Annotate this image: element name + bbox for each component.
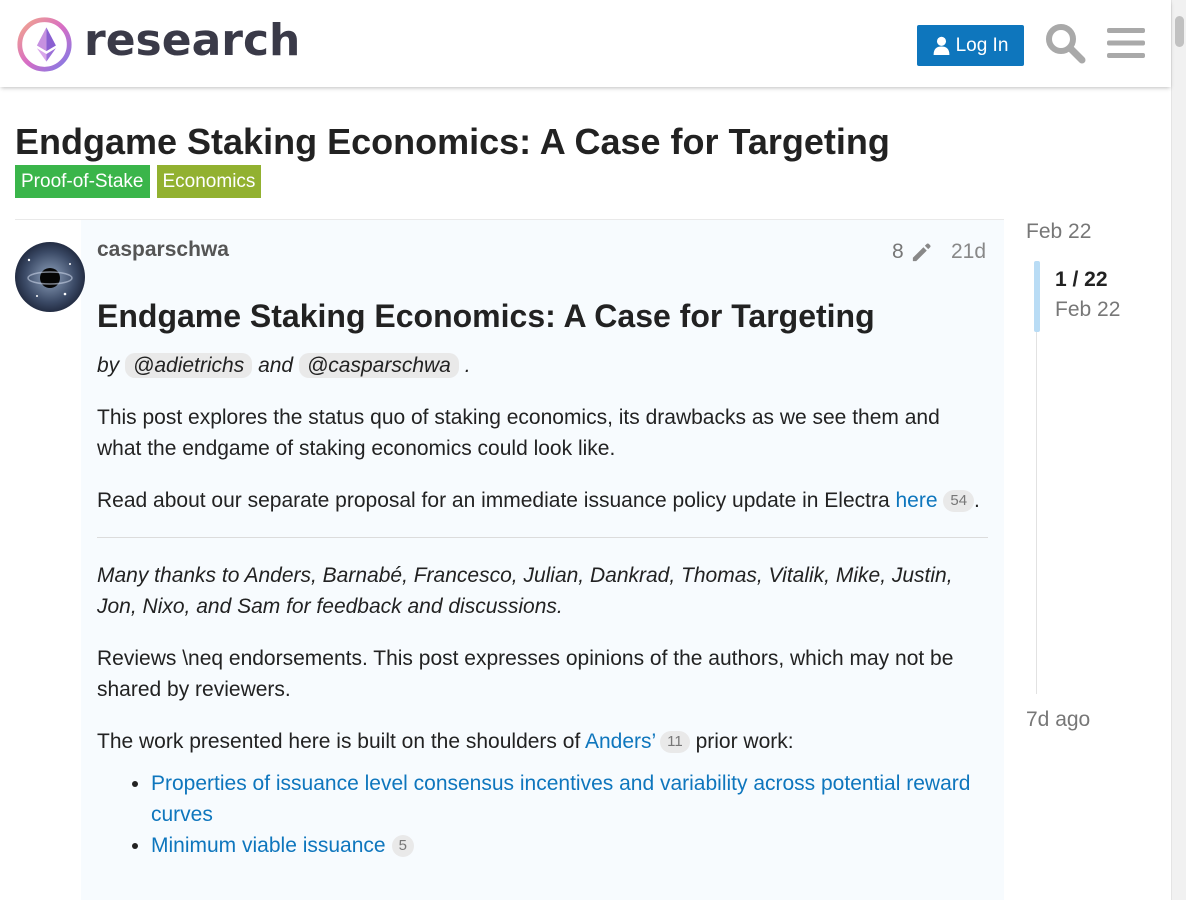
prior-work-list: Properties of issuance level consensus i… [151,768,988,861]
link-click-count: 54 [943,490,975,513]
link-click-count: 5 [391,835,414,858]
proposal-period: . [974,489,980,512]
scrollbar-thumb[interactable] [1175,16,1184,47]
edit-history-button[interactable]: 8 [892,240,933,264]
post-author-username[interactable]: casparschwa [97,238,229,262]
proposal-paragraph: Read about our separate proposal for an … [97,485,988,516]
search-icon[interactable] [1044,22,1086,64]
timeline-end-date[interactable]: 7d ago [1026,708,1090,732]
site-header: research Log In [0,0,1171,87]
tag-proof-of-stake[interactable]: Proof-of-Stake [15,165,150,198]
list-item: Minimum viable issuance5 [151,830,988,861]
topic-tags: Proof-of-Stake Economics [15,165,262,198]
issuance-properties-link[interactable]: Properties of issuance level consensus i… [151,772,970,826]
site-logo[interactable]: research [16,14,300,74]
mention-casparschwa[interactable]: @casparschwa [298,353,459,378]
intro-paragraph: This post explores the status quo of sta… [97,406,940,460]
mention-adietrichs[interactable]: @adietrichs [125,353,253,378]
login-button[interactable]: Log In [917,25,1024,66]
hamburger-menu-icon[interactable] [1107,26,1145,60]
tag-economics[interactable]: Economics [156,165,262,198]
timeline-scroller-handle[interactable] [1034,261,1040,332]
user-icon [933,36,949,55]
post-heading: Endgame Staking Economics: A Case for Ta… [97,298,875,334]
logo-wordmark: research [84,15,301,66]
post-date[interactable]: 21d [951,240,986,264]
avatar[interactable] [15,242,85,312]
list-item: Properties of issuance level consensus i… [151,768,988,830]
reviews-paragraph: Reviews \neq endorsements. This post exp… [97,647,954,701]
anders-link[interactable]: Anders’ [585,730,656,753]
link-click-count: 11 [660,731,690,754]
prior-work-end: prior work: [689,730,794,753]
edit-count: 8 [892,240,904,263]
proposal-text: Read about our separate proposal for an … [97,489,896,512]
byline-period: . [464,354,471,377]
thanks-text: Many thanks to Anders, Barnabé, Francesc… [97,564,953,618]
proposal-link[interactable]: here [895,489,937,512]
login-label: Log In [955,34,1009,56]
prior-work-paragraph: The work presented here is built on the … [97,726,988,757]
timeline-position-date: Feb 22 [1055,298,1121,321]
minimum-viable-issuance-link[interactable]: Minimum viable issuance [151,834,386,857]
ethresearch-logo-icon [17,16,72,72]
timeline-position: 1 / 22 [1055,268,1108,291]
byline-by: by [97,354,120,377]
prior-work-text: The work presented here is built on the … [97,730,585,753]
byline-and: and [258,354,294,377]
timeline-start-date[interactable]: Feb 22 [1026,220,1091,244]
topic-title[interactable]: Endgame Staking Economics: A Case for Ta… [15,120,890,164]
content-divider [97,537,988,538]
pencil-icon [912,242,931,261]
page-scrollbar[interactable] [1171,0,1186,900]
thanks-paragraph: Many thanks to Anders, Barnabé, Francesc… [97,560,988,622]
post-content: Endgame Staking Economics: A Case for Ta… [97,294,988,861]
avatar-image [15,242,85,312]
byline: by @adietrichs and @casparschwa . [97,350,988,381]
